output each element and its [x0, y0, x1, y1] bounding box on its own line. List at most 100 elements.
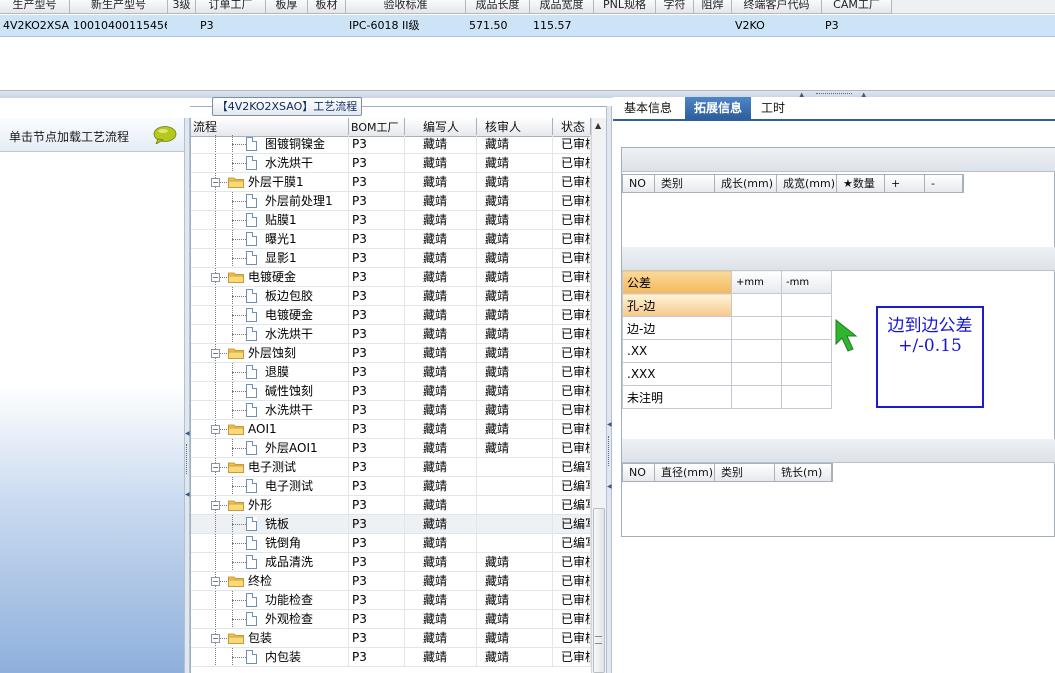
process-tree-cell[interactable]: 板边包胶	[191, 287, 349, 305]
table-row[interactable]: 边-边	[622, 316, 832, 340]
process-tree-cell[interactable]: 铣倒角	[191, 534, 349, 552]
process-row[interactable]: − 电子测试 P3藏靖 已编写	[191, 458, 591, 477]
process-row[interactable]: 退膜P3藏靖藏靖已审核	[191, 363, 591, 382]
scroll-up-icon[interactable]: ▲	[595, 121, 601, 130]
minus-value-cell[interactable]	[781, 362, 832, 386]
col-header[interactable]: CAM工厂	[822, 0, 892, 14]
process-tree-cell[interactable]: 外层AOI1	[191, 439, 349, 457]
col-header[interactable]: 类别	[655, 175, 715, 192]
collapse-node-icon[interactable]: −	[211, 463, 220, 472]
tab-basic-info[interactable]: 基本信息	[615, 97, 681, 119]
collapse-left-icon[interactable]: ◀	[185, 431, 190, 437]
scroll-thumb[interactable]	[593, 508, 605, 673]
col-header[interactable]: 阻焊	[694, 0, 732, 14]
col-header[interactable]: 成长(mm)	[715, 175, 777, 192]
process-row[interactable]: 外层AOI1P3藏靖藏靖已审核	[191, 439, 591, 458]
process-row[interactable]: 贴膜1P3藏靖藏靖已审核	[191, 211, 591, 230]
process-row[interactable]: 铣板 P3藏靖 已编写	[191, 515, 591, 534]
tab-extended-info[interactable]: 拓展信息	[685, 97, 751, 119]
process-tree-cell[interactable]: 曝光1	[191, 230, 349, 248]
process-row[interactable]: − 外形 P3藏靖 已编写	[191, 496, 591, 515]
add-row-button[interactable]: +	[885, 175, 925, 192]
minus-value-cell[interactable]	[781, 293, 832, 317]
process-tree-cell[interactable]: − 终检	[191, 572, 349, 590]
table-row[interactable]: 未注明	[622, 385, 832, 409]
process-tree-cell[interactable]: 水洗烘干	[191, 401, 349, 419]
process-row[interactable]: 水洗烘干P3藏靖藏靖已审核	[191, 325, 591, 344]
collapse-node-icon[interactable]: −	[211, 349, 220, 358]
col-header[interactable]: 生产型号	[0, 0, 70, 14]
process-tree-cell[interactable]: 水洗烘干	[191, 154, 349, 172]
process-tree-cell[interactable]: − 外层干膜1	[191, 173, 349, 191]
collapse-node-icon[interactable]: −	[211, 425, 220, 434]
process-tree-cell[interactable]: − 电子测试	[191, 458, 349, 476]
plus-value-cell[interactable]	[731, 362, 782, 386]
plus-value-cell[interactable]	[731, 316, 782, 340]
table-row[interactable]: 4V2KO2XSAO 10010400115456 P3 IPC-6018 II…	[0, 15, 1055, 37]
table-row[interactable]: 孔-边	[622, 293, 832, 317]
process-row[interactable]: 电子测试 P3藏靖 已编写	[191, 477, 591, 496]
col-header[interactable]: 订单工厂	[196, 0, 266, 14]
process-tree-cell[interactable]: − 包装	[191, 629, 349, 647]
collapse-node-icon[interactable]: −	[211, 501, 220, 510]
process-tree-cell[interactable]: 水洗烘干	[191, 325, 349, 343]
process-tree-cell[interactable]: 退膜	[191, 363, 349, 381]
col-header[interactable]: ★数量	[837, 175, 885, 192]
collapse-left-icon[interactable]: ◀	[185, 492, 190, 498]
col-header[interactable]: 3级	[168, 0, 196, 14]
left-panel-header[interactable]: 单击节点加载工艺流程	[0, 118, 186, 152]
process-tree-cell[interactable]: − 外形	[191, 496, 349, 514]
collapse-node-icon[interactable]: −	[211, 178, 220, 187]
table-row[interactable]: .XX	[622, 339, 832, 363]
plus-value-cell[interactable]	[731, 385, 782, 409]
col-header[interactable]: 板材	[308, 0, 346, 14]
process-row[interactable]: 外层前处理1P3藏靖藏靖已审核	[191, 192, 591, 211]
process-tree-cell[interactable]: − AOI1	[191, 420, 349, 438]
col-header[interactable]: 字符	[656, 0, 694, 14]
process-scrollbar[interactable]: ▲	[591, 118, 606, 673]
plus-value-cell[interactable]	[731, 339, 782, 363]
tab-work-hours[interactable]: 工时	[755, 97, 791, 119]
collapse-node-icon[interactable]: −	[211, 273, 220, 282]
process-row[interactable]: 铣倒角 P3藏靖 已编写	[191, 534, 591, 553]
col-header[interactable]: 成宽(mm)	[777, 175, 837, 192]
process-row[interactable]: 电镀硬金P3藏靖藏靖已审核	[191, 306, 591, 325]
process-tree-cell[interactable]: 显影1	[191, 249, 349, 267]
process-row[interactable]: 外观检查P3藏靖藏靖已审核	[191, 610, 591, 629]
collapse-node-icon[interactable]: −	[211, 577, 220, 586]
process-tree-cell[interactable]: 外观检查	[191, 610, 349, 628]
process-tree-cell[interactable]: 贴膜1	[191, 211, 349, 229]
minus-value-cell[interactable]	[781, 385, 832, 409]
process-row[interactable]: 水洗烘干P3藏靖藏靖已审核	[191, 401, 591, 420]
process-tree-cell[interactable]: 电子测试	[191, 477, 349, 495]
process-tree-cell[interactable]: 电镀硬金	[191, 306, 349, 324]
col-header[interactable]: 终端客户代码	[732, 0, 822, 14]
col-header[interactable]: 新生产型号	[70, 0, 168, 14]
process-row[interactable]: 碱性蚀刻P3藏靖藏靖已审核	[191, 382, 591, 401]
process-tree-cell[interactable]: 内包装	[191, 648, 349, 666]
process-row[interactable]: 内包装P3藏靖藏靖已审核	[191, 648, 591, 667]
col-header[interactable]: 成品宽度	[530, 0, 594, 14]
process-row[interactable]: −外层干膜1P3藏靖藏靖已审核	[191, 173, 591, 192]
collapse-left-icon[interactable]: ◀	[607, 422, 612, 428]
process-tree-cell[interactable]: − 外层蚀刻	[191, 344, 349, 362]
col-header[interactable]: 直径(mm)	[655, 464, 715, 481]
process-row[interactable]: −AOI1P3藏靖藏靖已审核	[191, 420, 591, 439]
remove-row-button[interactable]: -	[925, 175, 963, 192]
minus-value-cell[interactable]	[781, 316, 832, 340]
collapse-node-icon[interactable]: −	[211, 634, 220, 643]
process-row[interactable]: −电镀硬金P3藏靖藏靖已审核	[191, 268, 591, 287]
process-row[interactable]: 成品清洗P3藏靖藏靖已审核	[191, 553, 591, 572]
process-tree-cell[interactable]: 碱性蚀刻	[191, 382, 349, 400]
table-row[interactable]: .XXX	[622, 362, 832, 386]
col-header[interactable]: 验收标准	[346, 0, 466, 14]
process-tree-cell[interactable]: 铣板	[191, 515, 349, 533]
process-tree-cell[interactable]: − 电镀硬金	[191, 268, 349, 286]
middle-vertical-splitter[interactable]: ◀ ◀	[606, 106, 612, 673]
col-header[interactable]: 铣长(m)	[775, 464, 832, 481]
collapse-left-icon[interactable]: ◀	[607, 484, 612, 490]
process-row[interactable]: 图镀铜镍金P3藏靖藏靖已审核	[191, 135, 591, 154]
col-header[interactable]: 类别	[715, 464, 775, 481]
col-header[interactable]: NO	[623, 464, 655, 481]
process-tree-cell[interactable]: 图镀铜镍金	[191, 135, 349, 153]
